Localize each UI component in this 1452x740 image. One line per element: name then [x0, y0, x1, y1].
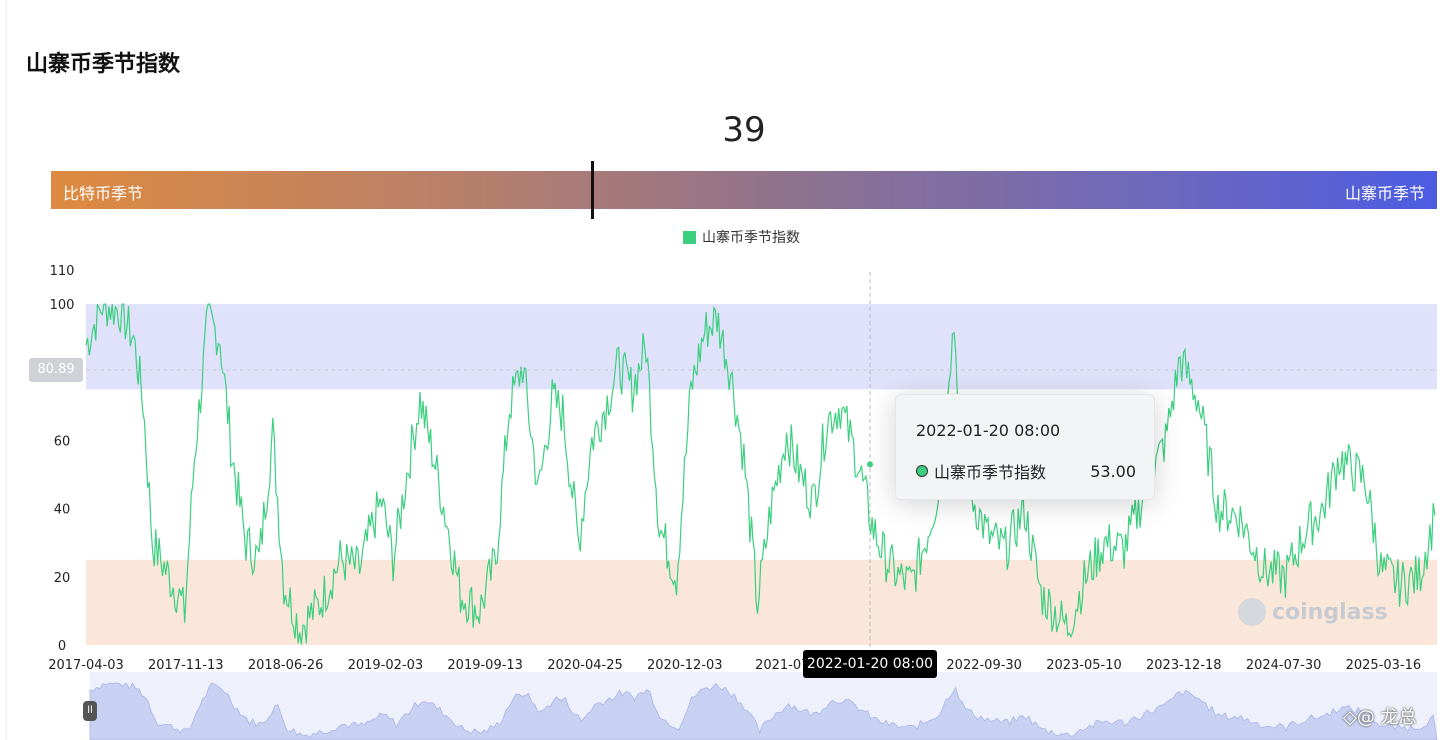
tooltip-row: 山寨币季节指数 53.00 [916, 459, 1136, 483]
x-tick-label: 2019-09-13 [447, 658, 523, 673]
x-tick-label: 2017-04-03 [48, 658, 124, 673]
band-altseason [86, 304, 1437, 390]
x-tick-label: 2024-07-30 [1246, 658, 1322, 673]
x-tick-label: 2017-11-13 [148, 658, 224, 673]
hover-point [867, 461, 873, 468]
x-tick-label: 2023-05-10 [1046, 658, 1122, 673]
watermark-text: coinglass [1272, 599, 1388, 625]
tooltip-value: 53.00 [1090, 461, 1136, 481]
coinglass-watermark: coinglass [1238, 598, 1388, 626]
x-tick-label: 2020-04-25 [547, 658, 623, 673]
y-tick-label: 110 [50, 264, 75, 279]
x-tick-label: 2025-03-16 [1346, 658, 1422, 673]
tooltip-series-name: 山寨币季节指数 [934, 463, 1047, 482]
altseason-line-chart[interactable]: 0204060801001102017-04-032017-11-132018-… [0, 0, 1452, 740]
y-axis-pointer-label: 80.89 [29, 358, 83, 382]
y-tick-label: 20 [54, 571, 71, 586]
tooltip-series-dot [916, 465, 928, 477]
x-tick-label: 2018-06-26 [248, 658, 324, 673]
x-tick-label: 2023-12-18 [1146, 658, 1222, 673]
x-tick-label: 2022-09-30 [946, 658, 1022, 673]
x-tick-label: 2019-02-03 [348, 658, 424, 673]
x-tick-label: 2020-12-03 [647, 658, 723, 673]
y-tick-label: 40 [54, 503, 71, 518]
zoom-slider-handle[interactable]: ll [83, 701, 97, 721]
y-tick-label: 60 [54, 434, 71, 449]
y-tick-label: 100 [50, 298, 75, 313]
x-axis-pointer-label: 2022-01-20 08:00 [803, 650, 937, 678]
coinglass-logo-icon [1238, 598, 1266, 626]
y-tick-label: 0 [58, 639, 66, 654]
author-credit: ◇@ 龙总 [1343, 707, 1417, 728]
tooltip-date: 2022-01-20 08:00 [916, 421, 1061, 440]
chart-tooltip: 2022-01-20 08:00 山寨币季节指数 53.00 [895, 394, 1155, 500]
